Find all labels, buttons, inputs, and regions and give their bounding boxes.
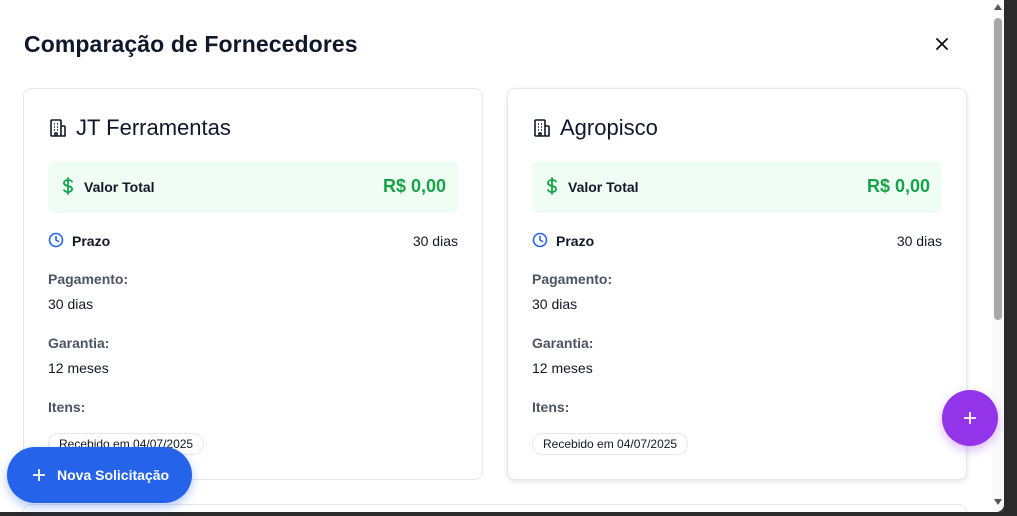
add-button[interactable] <box>942 390 998 446</box>
total-value: R$ 0,00 <box>382 176 446 196</box>
total-box: Valor Total R$ 0,00 <box>532 161 942 213</box>
supplier-card: Agropisco Valor Total R$ 0,00 Prazo 30 d… <box>507 88 967 480</box>
prazo-value: 30 dias <box>412 233 458 249</box>
pagamento-value: 30 dias <box>532 296 578 312</box>
clock-icon <box>48 232 64 248</box>
nova-solicitacao-label: Nova Solicitação <box>57 467 170 483</box>
total-label: Valor Total <box>568 179 639 195</box>
comparison-modal: Comparação de Fornecedores JT Ferramenta… <box>0 0 1004 512</box>
prazo-row: Prazo 30 dias <box>48 231 458 251</box>
modal-title: Comparação de Fornecedores <box>24 31 358 57</box>
close-icon <box>936 38 948 50</box>
backdrop-bottom <box>0 512 1017 516</box>
supplier-header: Agropisco <box>532 115 658 141</box>
total-value: R$ 0,00 <box>866 176 930 196</box>
garantia-label: Garantia: <box>532 335 594 351</box>
prazo-label: Prazo <box>72 233 111 249</box>
scroll-up-arrow-icon[interactable] <box>994 4 1002 10</box>
supplier-card: JT Ferramentas Valor Total R$ 0,00 Prazo… <box>23 88 483 480</box>
itens-label: Itens: <box>48 399 86 415</box>
plus-icon <box>33 469 45 481</box>
modal-scrollbar[interactable] <box>992 0 1004 512</box>
pagamento-value: 30 dias <box>48 296 94 312</box>
dollar-icon <box>63 177 73 195</box>
supplier-name: Agropisco <box>560 115 658 140</box>
building-icon <box>534 119 550 137</box>
building-icon <box>50 119 66 137</box>
itens-label: Itens: <box>532 399 570 415</box>
garantia-label: Garantia: <box>48 335 110 351</box>
garantia-value: 12 meses <box>48 360 109 376</box>
pagamento-label: Pagamento: <box>48 271 129 287</box>
nova-solicitacao-button[interactable]: Nova Solicitação <box>7 447 192 503</box>
dollar-icon <box>547 177 557 195</box>
total-label: Valor Total <box>84 179 155 195</box>
supplier-card-partial <box>23 504 967 512</box>
backdrop <box>1004 0 1017 516</box>
status-badge: Recebido em 04/07/2025 <box>532 433 689 455</box>
close-button[interactable] <box>930 32 954 56</box>
total-box: Valor Total R$ 0,00 <box>48 161 458 213</box>
supplier-name: JT Ferramentas <box>76 115 231 140</box>
prazo-label: Prazo <box>556 233 595 249</box>
clock-icon <box>532 232 548 248</box>
prazo-row: Prazo 30 dias <box>532 231 942 251</box>
pagamento-label: Pagamento: <box>532 271 613 287</box>
scroll-down-arrow-icon[interactable] <box>994 499 1002 505</box>
prazo-value: 30 dias <box>896 233 942 249</box>
plus-icon <box>964 412 976 424</box>
supplier-header: JT Ferramentas <box>48 115 231 141</box>
scroll-thumb[interactable] <box>994 18 1002 320</box>
garantia-value: 12 meses <box>532 360 593 376</box>
